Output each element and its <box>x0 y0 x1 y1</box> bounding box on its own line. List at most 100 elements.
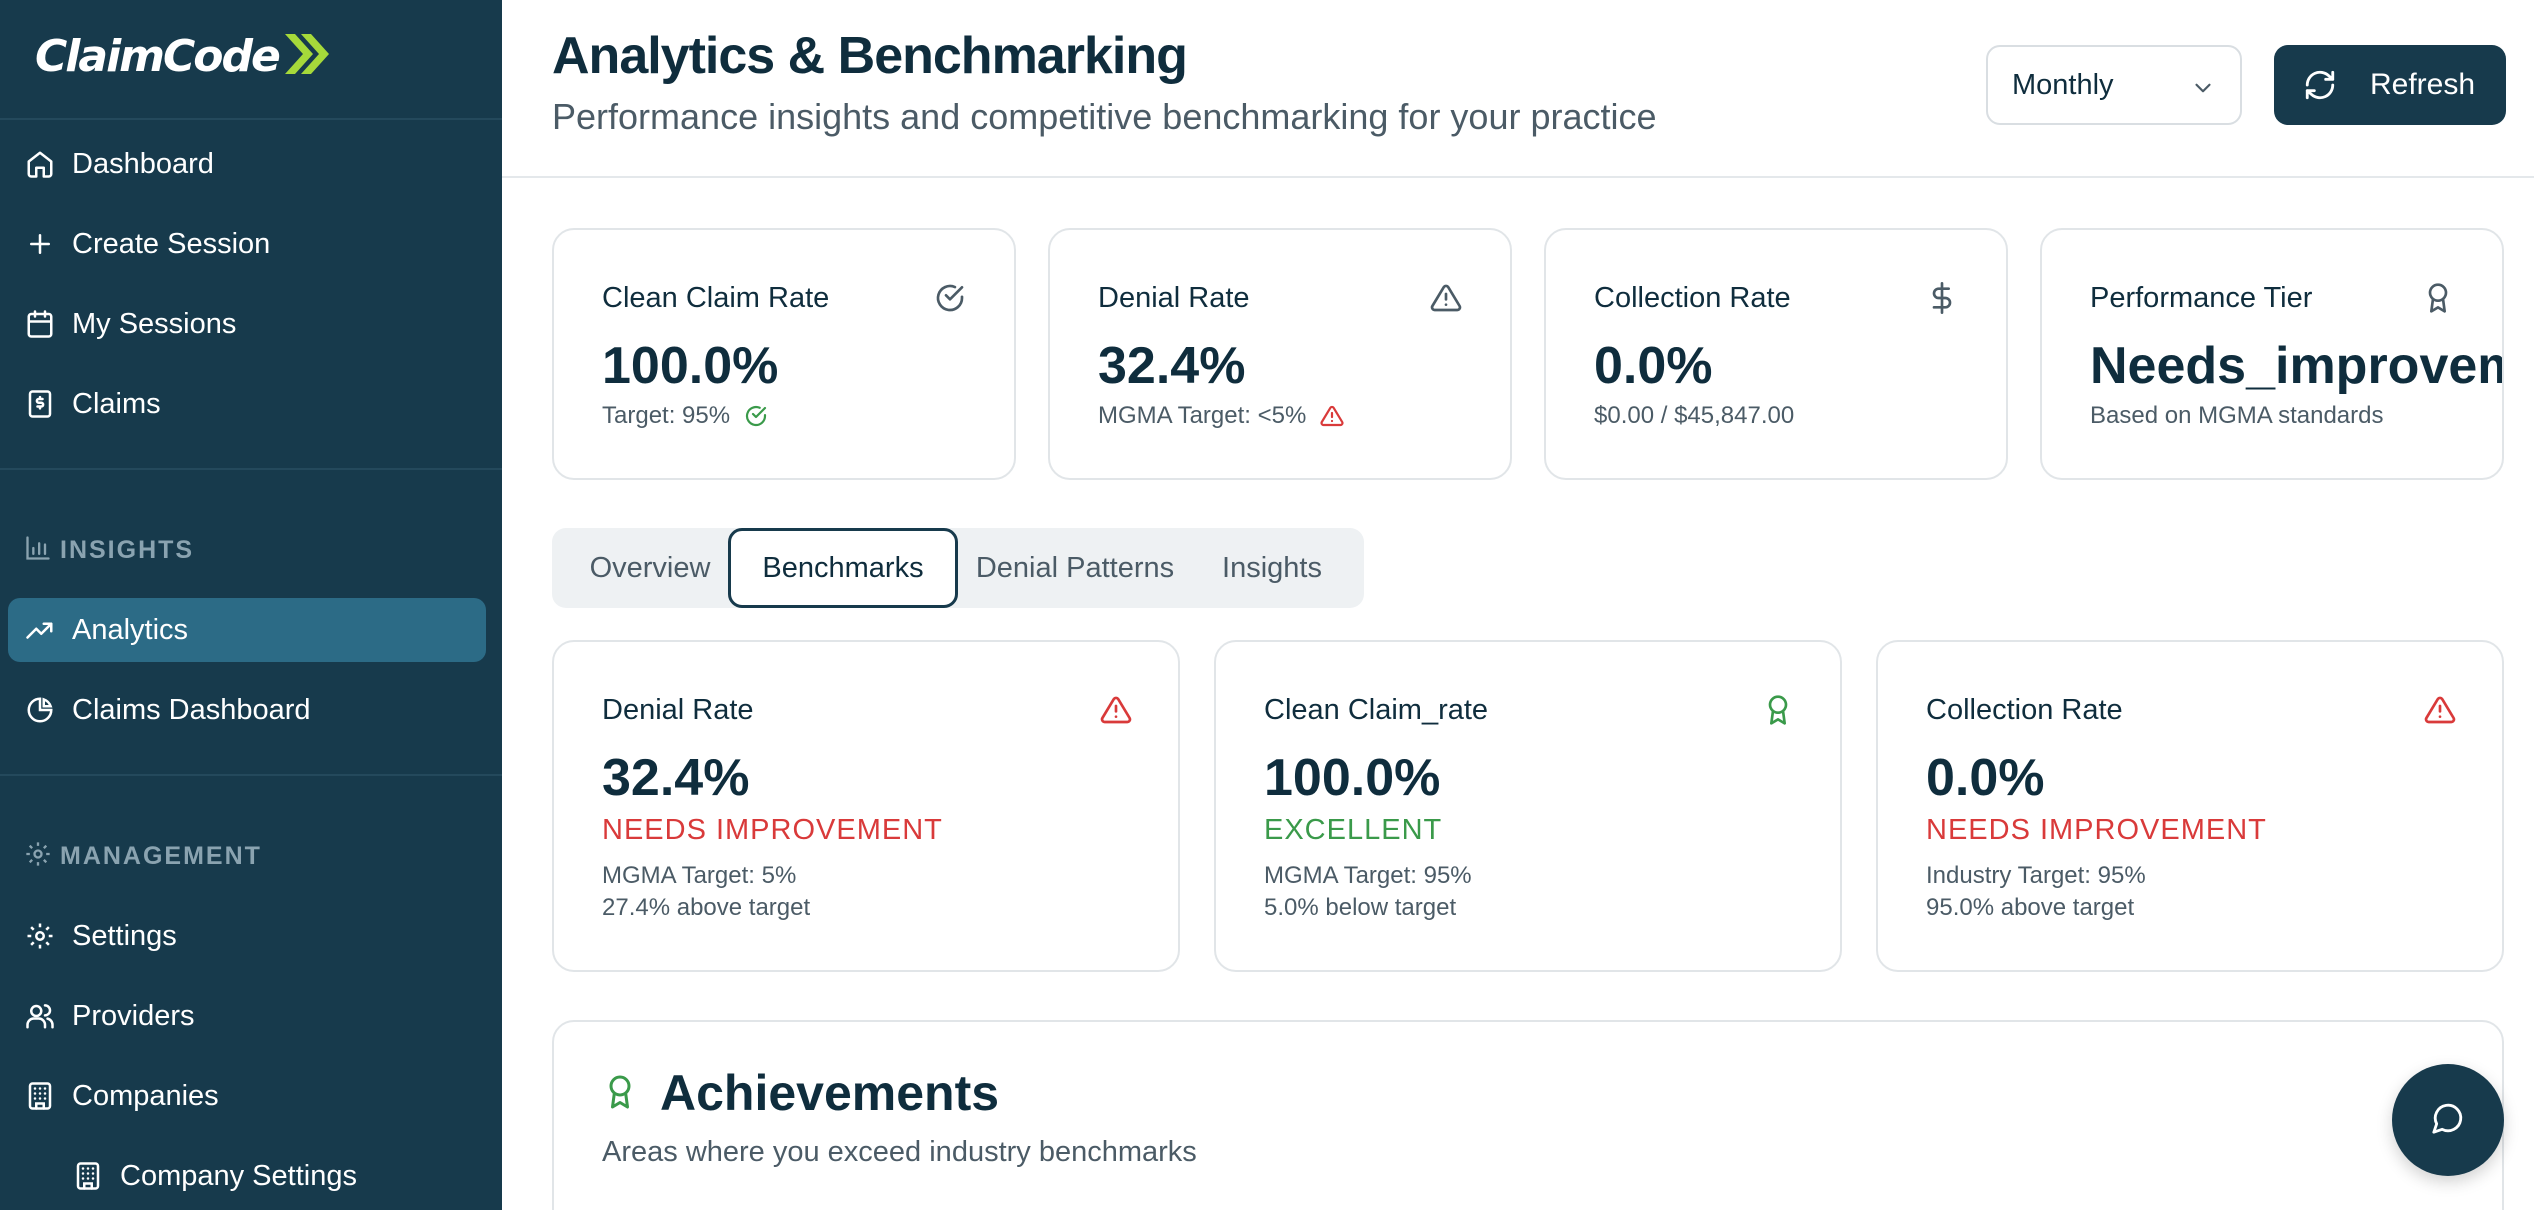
sidebar-item-label: Dashboard <box>72 147 214 180</box>
sidebar-item-settings[interactable]: Settings <box>8 904 486 968</box>
analytics-tabs: Overview Benchmarks Denial Patterns Insi… <box>552 528 1364 608</box>
gear-icon <box>24 920 56 952</box>
stat-title: Performance Tier <box>2090 282 2313 314</box>
benchmark-difference: 5.0% below target <box>1264 894 1457 921</box>
sidebar-item-label: Claims <box>72 387 161 420</box>
sidebar-item-claims-dashboard[interactable]: Claims Dashboard <box>8 678 486 742</box>
sidebar-item-companies[interactable]: Companies <box>8 1064 486 1128</box>
award-icon <box>1760 692 1796 728</box>
tab-insights[interactable]: Insights <box>1192 528 1352 608</box>
sidebar-item-label: Settings <box>72 919 177 952</box>
building-icon <box>24 1080 56 1112</box>
alert-triangle-icon <box>1098 692 1134 728</box>
sidebar-item-label: Claims Dashboard <box>72 693 311 726</box>
award-icon <box>2420 280 2456 316</box>
page-title: Analytics & Benchmarking <box>552 27 1188 85</box>
stat-subtext: MGMA Target: <5% <box>1098 402 1344 430</box>
alert-triangle-icon <box>1320 404 1344 428</box>
stat-title: Collection Rate <box>1594 282 1791 314</box>
award-icon <box>600 1072 640 1112</box>
benchmark-status: EXCELLENT <box>1264 814 1443 846</box>
receipt-icon <box>24 388 56 420</box>
stat-value: 100.0% <box>602 337 779 395</box>
stat-value: Needs_improvement <box>2090 337 2502 395</box>
stat-value: 32.4% <box>1098 337 1246 395</box>
benchmark-value: 100.0% <box>1264 749 1441 807</box>
benchmark-card-clean-claim-rate: Clean Claim_rate 100.0% EXCELLENT MGMA T… <box>1214 640 1842 972</box>
sidebar-item-company-settings[interactable]: Company Settings <box>8 1144 486 1208</box>
achievements-title: Achievements <box>660 1065 1000 1121</box>
pie-chart-icon <box>24 694 56 726</box>
sidebar-divider <box>0 468 502 470</box>
benchmark-title: Clean Claim_rate <box>1264 694 1489 726</box>
page-header: Analytics & Benchmarking Performance ins… <box>502 0 2534 178</box>
insights-section-title: INSIGHTS <box>24 534 194 567</box>
tab-benchmarks[interactable]: Benchmarks <box>728 528 958 608</box>
calendar-icon <box>24 308 56 340</box>
refresh-icon <box>2302 67 2338 103</box>
claimcode-logo[interactable]: ClaimCode <box>35 28 329 84</box>
sidebar: ClaimCode Dashboard Create Session My Se… <box>0 0 502 1210</box>
check-circle-icon <box>744 404 768 428</box>
sidebar-item-label: My Sessions <box>72 307 237 340</box>
dollar-icon <box>1924 280 1960 316</box>
benchmark-target: MGMA Target: 5% <box>602 862 797 889</box>
stat-subtext: Target: 95% <box>602 402 768 430</box>
sidebar-item-dashboard[interactable]: Dashboard <box>8 132 486 196</box>
gear-icon <box>24 840 52 873</box>
benchmark-difference: 27.4% above target <box>602 894 811 921</box>
users-icon <box>24 1000 56 1032</box>
benchmark-difference: 95.0% above target <box>1926 894 2135 921</box>
sidebar-item-label: Company Settings <box>120 1159 357 1192</box>
sidebar-item-analytics[interactable]: Analytics <box>8 598 486 662</box>
sidebar-item-label: Providers <box>72 999 195 1032</box>
benchmark-status: NEEDS IMPROVEMENT <box>1926 814 2267 846</box>
stat-card-denial-rate: Denial Rate 32.4% MGMA Target: <5% <box>1048 228 1512 480</box>
sidebar-item-claims[interactable]: Claims <box>8 372 486 436</box>
stat-title: Denial Rate <box>1098 282 1250 314</box>
message-icon <box>2431 1101 2465 1140</box>
benchmark-target: Industry Target: 95% <box>1926 862 2146 889</box>
benchmark-value: 0.0% <box>1926 749 2045 807</box>
alert-triangle-icon <box>1428 280 1464 316</box>
plus-icon <box>24 228 56 260</box>
check-circle-icon <box>932 280 968 316</box>
tab-overview[interactable]: Overview <box>560 528 740 608</box>
benchmark-status: NEEDS IMPROVEMENT <box>602 814 943 846</box>
period-select-value: Monthly <box>2012 68 2114 101</box>
building-icon <box>72 1160 104 1192</box>
refresh-label: Refresh <box>2370 68 2476 101</box>
stat-subtext: Based on MGMA standards <box>2090 402 2384 429</box>
benchmark-value: 32.4% <box>602 749 750 807</box>
benchmark-target: MGMA Target: 95% <box>1264 862 1472 889</box>
chat-button[interactable] <box>2392 1064 2504 1176</box>
stat-title: Clean Claim Rate <box>602 282 830 314</box>
alert-triangle-icon <box>2422 692 2458 728</box>
trending-up-icon <box>24 614 56 646</box>
sidebar-item-providers[interactable]: Providers <box>8 984 486 1048</box>
period-select[interactable]: Monthly <box>1986 45 2242 125</box>
achievements-description: Areas where you exceed industry benchmar… <box>602 1136 1197 1168</box>
home-icon <box>24 148 56 180</box>
achievements-card: Achievements Areas where you exceed indu… <box>552 1020 2504 1210</box>
benchmark-card-denial-rate: Denial Rate 32.4% NEEDS IMPROVEMENT MGMA… <box>552 640 1180 972</box>
logo-chevron-icon <box>281 32 329 81</box>
benchmark-title: Denial Rate <box>602 694 754 726</box>
stat-subtext: $0.00 / $45,847.00 <box>1594 402 1795 429</box>
tab-denial-patterns[interactable]: Denial Patterns <box>960 528 1190 608</box>
sidebar-divider <box>0 118 502 120</box>
sidebar-item-my-sessions[interactable]: My Sessions <box>8 292 486 356</box>
stat-card-clean-claim-rate: Clean Claim Rate 100.0% Target: 95% <box>552 228 1016 480</box>
refresh-button[interactable]: Refresh <box>2274 45 2506 125</box>
bar-chart-icon <box>24 534 52 567</box>
logo-text: ClaimCode <box>35 30 281 82</box>
sidebar-item-label: Analytics <box>72 613 189 646</box>
stat-card-performance-tier: Performance Tier Needs_improvement Based… <box>2040 228 2504 480</box>
management-section-title: MANAGEMENT <box>24 840 262 873</box>
page-subtitle: Performance insights and competitive ben… <box>552 96 1657 137</box>
sidebar-item-label: Create Session <box>72 227 271 260</box>
sidebar-item-create-session[interactable]: Create Session <box>8 212 486 276</box>
stat-card-collection-rate: Collection Rate 0.0% $0.00 / $45,847.00 <box>1544 228 2008 480</box>
sidebar-divider <box>0 774 502 776</box>
benchmark-title: Collection Rate <box>1926 694 2123 726</box>
